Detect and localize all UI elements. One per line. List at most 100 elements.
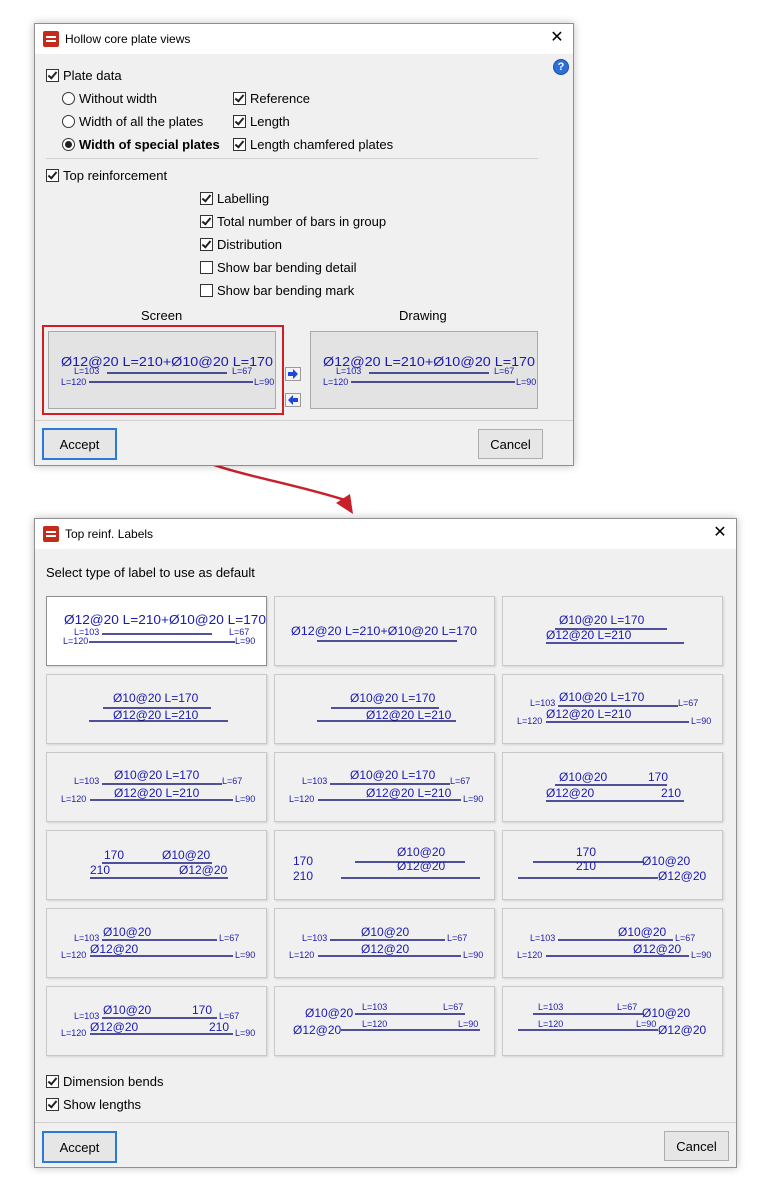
plate-data-checkbox[interactable]: Plate data bbox=[46, 68, 122, 83]
checkbox-box[interactable] bbox=[200, 192, 213, 205]
dimension-bends-checkbox[interactable]: Dimension bends bbox=[46, 1074, 163, 1089]
label-option-text: Ø10@20 L=170 bbox=[350, 691, 436, 705]
preview-l90-text: L=90 bbox=[254, 377, 274, 387]
label-type-option-16[interactable]: L=103 Ø10@20 170 L=67 L=120 Ø12@20 210 L=90 bbox=[46, 986, 267, 1056]
label-type-option-14[interactable]: L=103 Ø10@20 L=67 L=120 Ø12@20 L=90 bbox=[274, 908, 495, 978]
label-option-text: 170 bbox=[293, 854, 313, 868]
dialog1-titlebar: Hollow core plate views ✕ bbox=[35, 24, 573, 54]
label-option-text: L=120 bbox=[61, 1028, 86, 1038]
close-icon[interactable]: ✕ bbox=[710, 524, 730, 542]
length-chamfered-checkbox[interactable]: Length chamfered plates bbox=[233, 137, 393, 152]
label-option-text: L=103 bbox=[362, 1002, 387, 1012]
top-reinforcement-checkbox[interactable]: Top reinforcement bbox=[46, 168, 167, 183]
label-type-option-12[interactable]: 170 Ø10@20 210 Ø12@20 bbox=[502, 830, 723, 900]
checkbox-box[interactable] bbox=[200, 261, 213, 274]
label-option-svg: Ø10@20 L=170 Ø12@20 L=210 bbox=[317, 691, 456, 722]
label-option-text: Ø10@20 bbox=[642, 854, 691, 868]
dialog2-titlebar: Top reinf. Labels ✕ bbox=[35, 519, 736, 549]
top-reinf-labels-dialog: Top reinf. Labels ✕ Select type of label… bbox=[34, 518, 737, 1168]
checkbox-box[interactable] bbox=[233, 138, 246, 151]
length-checkbox[interactable]: Length bbox=[233, 114, 290, 129]
label-type-option-6[interactable]: L=103 Ø10@20 L=170 L=67 L=120 Ø12@20 L=210 L=… bbox=[502, 674, 723, 744]
label-option-text: 210 bbox=[576, 859, 596, 873]
arrow-right-icon[interactable] bbox=[285, 367, 301, 381]
checkbox-box[interactable] bbox=[46, 1098, 59, 1111]
checkbox-box[interactable] bbox=[46, 69, 59, 82]
label-option-text: 170 bbox=[192, 1003, 212, 1017]
label-type-option-5[interactable]: Ø10@20 L=170 Ø12@20 L=210 bbox=[274, 674, 495, 744]
drawing-caption: Drawing bbox=[399, 308, 447, 323]
label-option-text: Ø12@20 L=210 bbox=[366, 708, 452, 722]
label-type-option-15[interactable]: L=103 Ø10@20 L=67 L=120 Ø12@20 L=90 bbox=[502, 908, 723, 978]
arrow-left-icon[interactable] bbox=[285, 393, 301, 407]
close-icon[interactable]: ✕ bbox=[547, 29, 567, 47]
label-type-option-11[interactable]: Ø10@20 170 Ø12@20 210 bbox=[274, 830, 495, 900]
accept-button[interactable]: Accept bbox=[42, 1131, 117, 1163]
label-option-text: Ø12@20 L=210+Ø10@20 L=170 bbox=[64, 612, 266, 627]
label-option-text: L=67 bbox=[447, 933, 467, 943]
label-option-svg: L=103 Ø10@20 L=170 L=67 L=120 Ø12@20 L=210 L=… bbox=[61, 768, 255, 804]
label-type-option-1[interactable]: Ø12@20 L=210+Ø10@20 L=170 L=103 L=67 L=120 L… bbox=[46, 596, 267, 666]
label-type-option-7[interactable]: L=103 Ø10@20 L=170 L=67 L=120 Ø12@20 L=210 L=… bbox=[46, 752, 267, 822]
show-lengths-checkbox[interactable]: Show lengths bbox=[46, 1097, 141, 1112]
checkbox-box[interactable] bbox=[200, 238, 213, 251]
label-option-text: Ø12@20 bbox=[179, 863, 228, 877]
distribution-checkbox[interactable]: Distribution bbox=[200, 237, 282, 252]
cancel-button[interactable]: Cancel bbox=[664, 1131, 729, 1161]
label-type-option-17[interactable]: Ø10@20 L=103 L=67 Ø12@20 L=120 L=90 bbox=[274, 986, 495, 1056]
label-type-option-4[interactable]: Ø10@20 L=170 Ø12@20 L=210 bbox=[46, 674, 267, 744]
width-all-plates-radio[interactable]: Width of all the plates bbox=[62, 114, 203, 129]
screen-label-preview[interactable]: Ø12@20 L=210+Ø10@20 L=170 L=103 L=67 L=1… bbox=[48, 331, 276, 409]
label-option-svg: Ø10@20 L=170 Ø12@20 L=210 bbox=[89, 691, 228, 722]
show-bending-detail-label: Show bar bending detail bbox=[217, 260, 357, 275]
label-type-option-2[interactable]: Ø12@20 L=210+Ø10@20 L=170 bbox=[274, 596, 495, 666]
show-bending-detail-checkbox[interactable]: Show bar bending detail bbox=[200, 260, 357, 275]
label-option-text: L=120 bbox=[289, 950, 314, 960]
checkbox-box[interactable] bbox=[46, 1075, 59, 1088]
cancel-button[interactable]: Cancel bbox=[478, 429, 543, 459]
label-option-svg: 170 Ø10@20 210 Ø12@20 bbox=[90, 848, 228, 879]
width-special-plates-radio[interactable]: Width of special plates bbox=[62, 137, 220, 152]
accept-button[interactable]: Accept bbox=[42, 428, 117, 460]
label-option-text: L=67 bbox=[443, 1002, 463, 1012]
label-type-option-10[interactable]: 170 Ø10@20 210 Ø12@20 bbox=[46, 830, 267, 900]
checkbox-box[interactable] bbox=[200, 284, 213, 297]
total-bars-checkbox[interactable]: Total number of bars in group bbox=[200, 214, 386, 229]
radio-dot[interactable] bbox=[62, 92, 75, 105]
label-type-option-18[interactable]: L=103 L=67 Ø10@20 L=120 L=90 Ø12@20 bbox=[502, 986, 723, 1056]
app-icon bbox=[43, 526, 59, 542]
radio-dot[interactable] bbox=[62, 138, 75, 151]
label-option-text: L=90 bbox=[463, 950, 483, 960]
label-option-text: Ø10@20 bbox=[103, 1003, 152, 1017]
label-option-svg: L=103 Ø10@20 L=67L=120 Ø12@20 L=90 bbox=[61, 925, 255, 960]
label-type-option-9[interactable]: Ø10@20 170 Ø12@20 210 bbox=[502, 752, 723, 822]
labelling-checkbox[interactable]: Labelling bbox=[200, 191, 269, 206]
help-icon[interactable]: ? bbox=[553, 59, 569, 75]
label-type-option-3[interactable]: Ø10@20 L=170 Ø12@20 L=210 bbox=[502, 596, 723, 666]
label-option-text: Ø10@20 bbox=[397, 845, 446, 859]
label-option-text: Ø10@20 bbox=[305, 1006, 354, 1020]
radio-dot[interactable] bbox=[62, 115, 75, 128]
label-type-option-8[interactable]: L=103 Ø10@20 L=170 L=67 L=120 Ø12@20 L=210 L=… bbox=[274, 752, 495, 822]
label-option-text: Ø12@20 L=210 bbox=[546, 628, 632, 642]
dialog2-title: Top reinf. Labels bbox=[65, 527, 154, 541]
checkbox-box[interactable] bbox=[46, 169, 59, 182]
show-bending-mark-checkbox[interactable]: Show bar bending mark bbox=[200, 283, 354, 298]
label-option-text: L=103 bbox=[302, 933, 327, 943]
label-option-svg: Ø12@20 L=210+Ø10@20 L=170 bbox=[291, 624, 477, 642]
label-type-option-13[interactable]: L=103 Ø10@20 L=67 L=120 Ø12@20 L=90 bbox=[46, 908, 267, 978]
reference-checkbox[interactable]: Reference bbox=[233, 91, 310, 106]
checkbox-box[interactable] bbox=[200, 215, 213, 228]
without-width-radio[interactable]: Without width bbox=[62, 91, 157, 106]
checkbox-box[interactable] bbox=[233, 115, 246, 128]
drawing-label-preview[interactable]: Ø12@20 L=210+Ø10@20 L=170 L=103 L=67 L=1… bbox=[310, 331, 538, 409]
label-option-text: Ø10@20 bbox=[361, 925, 410, 939]
label-option-text: L=90 bbox=[235, 950, 255, 960]
label-option-text: 170 bbox=[576, 845, 596, 859]
label-option-svg: L=103 Ø10@20 L=170 L=67 L=120 Ø12@20 L=210 L=… bbox=[289, 768, 483, 804]
label-option-svg: L=103 Ø10@20 L=67L=120 Ø12@20 L=90 bbox=[289, 925, 483, 960]
label-option-text: L=120 bbox=[63, 636, 88, 646]
checkbox-box[interactable] bbox=[233, 92, 246, 105]
label-option-text: Ø10@20 bbox=[162, 848, 211, 862]
drawing-l90-text: L=90 bbox=[516, 377, 536, 387]
